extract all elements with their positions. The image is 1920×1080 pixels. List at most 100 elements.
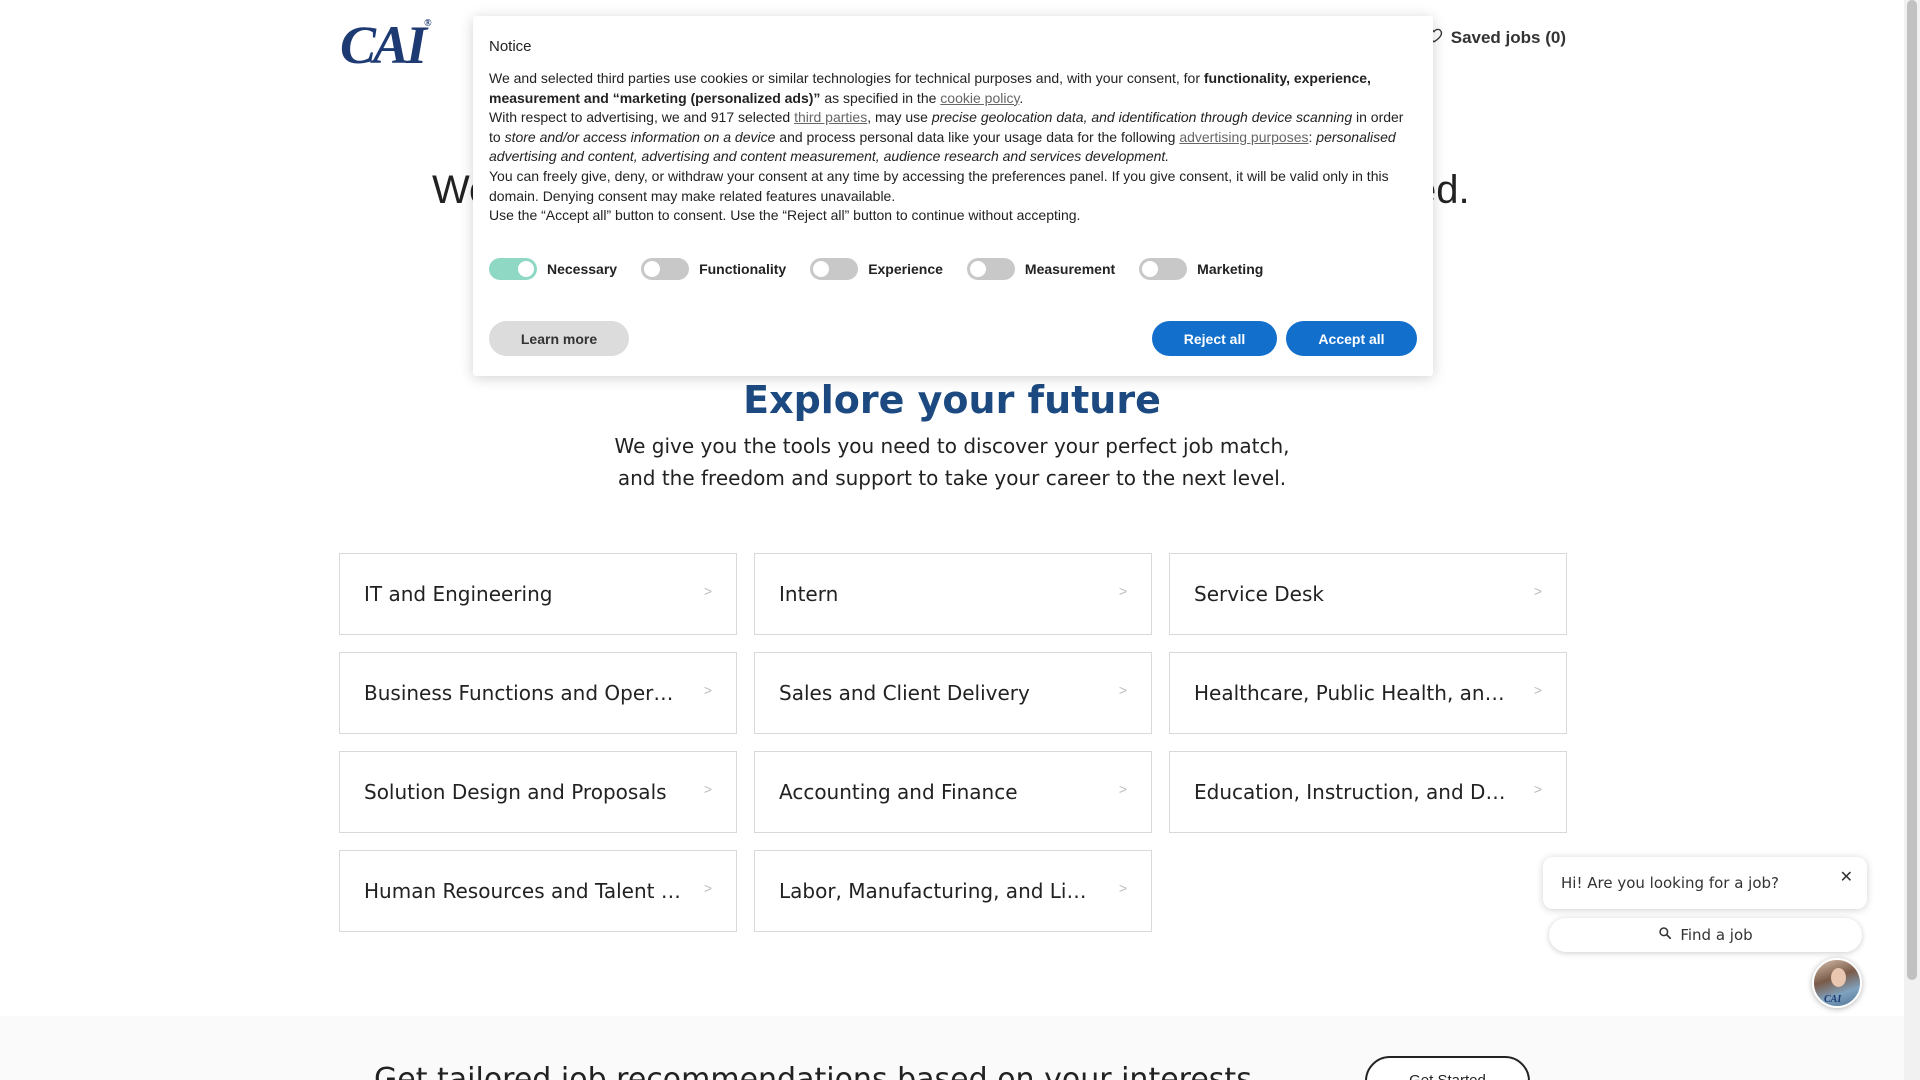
reject-all-button[interactable]: Reject all <box>1152 321 1277 356</box>
consent-toggles: Necessary Functionality Experience Measu… <box>489 257 1417 280</box>
toggle-label: Marketing <box>1197 260 1264 277</box>
toggle-knob <box>969 260 986 277</box>
get-started-button[interactable]: Get Started <box>1365 1056 1530 1080</box>
category-label: Labor, Manufacturing, and Light... <box>779 879 1099 903</box>
cookie-policy-link[interactable]: cookie policy <box>940 90 1019 106</box>
explore-subtitle-line: We give you the tools you need to discov… <box>614 434 1290 458</box>
explore-title: Explore your future <box>743 378 1161 422</box>
explore-subtitle-line: and the freedom and support to take your… <box>617 466 1287 490</box>
consent-text: . <box>1019 89 1024 106</box>
chevron-right-icon: > <box>1118 880 1127 896</box>
category-label: Human Resources and Talent Ac... <box>364 879 684 903</box>
category-label: Sales and Client Delivery <box>779 681 1030 705</box>
toggle-label: Experience <box>868 260 943 277</box>
consent-paragraph: You can freely give, deny, or withdraw y… <box>489 167 1389 204</box>
category-card[interactable]: Accounting and Finance > <box>754 751 1152 833</box>
toggle-switch[interactable] <box>489 257 537 280</box>
toggle-switch[interactable] <box>966 257 1015 280</box>
chevron-right-icon: > <box>1118 583 1127 599</box>
toggle-switch[interactable] <box>810 257 859 280</box>
category-label: Intern <box>779 582 839 606</box>
find-job-label: Find a job <box>1680 926 1753 944</box>
chevron-right-icon: > <box>703 682 712 698</box>
category-card[interactable]: Labor, Manufacturing, and Light... > <box>754 850 1152 932</box>
toggle-label: Functionality <box>699 260 787 277</box>
toggle-functionality[interactable]: Functionality <box>641 257 787 280</box>
chevron-right-icon: > <box>1118 682 1127 698</box>
logo-text: CAI <box>340 15 427 75</box>
advertising-purposes-link[interactable]: advertising purposes <box>1179 129 1308 145</box>
chevron-right-icon: > <box>703 781 712 797</box>
accept-all-button[interactable]: Accept all <box>1286 321 1417 356</box>
consent-text: With respect to advertising, we and 917 … <box>489 109 795 126</box>
category-card[interactable]: Sales and Client Delivery > <box>754 652 1152 734</box>
toggle-experience[interactable]: Experience <box>810 257 943 280</box>
toggle-knob <box>518 260 534 277</box>
scrollbar-thumb[interactable] <box>1907 0 1917 980</box>
third-parties-link[interactable]: third parties <box>794 109 867 125</box>
chevron-right-icon: > <box>1118 781 1127 797</box>
category-card[interactable]: Healthcare, Public Health, and S... > <box>1169 652 1567 734</box>
category-card[interactable]: Business Functions and Operati... > <box>339 652 737 734</box>
category-label: Service Desk <box>1194 582 1324 606</box>
category-card[interactable]: Solution Design and Proposals > <box>339 751 737 833</box>
category-card[interactable]: Service Desk > <box>1169 553 1567 635</box>
category-label: Education, Instruction, and Deve... <box>1194 780 1514 804</box>
page-scrollbar[interactable] <box>1904 0 1920 1080</box>
consent-title: Notice <box>489 38 532 55</box>
category-label: Accounting and Finance <box>779 780 1018 804</box>
toggle-marketing[interactable]: Marketing <box>1139 257 1264 280</box>
consent-paragraph: With respect to advertising, we and 917 … <box>489 108 1417 167</box>
consent-text: as specified in the <box>820 89 941 106</box>
consent-text: , may use <box>867 109 932 126</box>
category-card[interactable]: Education, Instruction, and Deve... > <box>1169 751 1567 833</box>
category-label: IT and Engineering <box>364 582 553 606</box>
consent-text-italic: store and/or access information on a dev… <box>504 128 776 145</box>
cookie-consent-dialog: Notice We and selected third parties use… <box>473 16 1433 376</box>
consent-paragraph: Use the “Accept all” button to consent. … <box>489 207 1081 224</box>
toggle-knob <box>813 260 830 277</box>
category-label: Healthcare, Public Health, and S... <box>1194 681 1514 705</box>
toggle-knob <box>1142 260 1159 277</box>
chat-greeting-bubble[interactable]: Hi! Are you looking for a job? ✕ <box>1543 857 1867 909</box>
category-label: Solution Design and Proposals <box>364 780 667 804</box>
toggle-label: Necessary <box>547 260 618 277</box>
close-icon[interactable]: ✕ <box>1840 867 1853 886</box>
consent-text: and process personal data like your usag… <box>775 128 1180 145</box>
consent-body: We and selected third parties use cookie… <box>489 69 1417 226</box>
consent-actions: Learn more Reject all Accept all <box>489 321 1417 356</box>
toggle-label: Measurement <box>1024 260 1116 277</box>
chat-assistant-avatar[interactable]: CAI <box>1812 958 1862 1008</box>
category-card[interactable]: IT and Engineering > <box>339 553 737 635</box>
consent-button-group: Reject all Accept all <box>1152 321 1417 356</box>
consent-paragraph: We and selected third parties use cookie… <box>489 69 1417 108</box>
chat-greeting-text: Hi! Are you looking for a job? <box>1561 874 1780 892</box>
toggle-switch[interactable] <box>641 257 690 280</box>
find-job-button[interactable]: Find a job <box>1549 918 1862 952</box>
category-grid: IT and Engineering > Intern > Service Desk… <box>339 553 1567 932</box>
explore-subtitle: We give you the tools you need to discov… <box>0 430 1904 494</box>
saved-jobs-link[interactable]: Saved jobs (0) <box>1425 26 1566 49</box>
toggle-knob <box>644 260 661 277</box>
chevron-right-icon: > <box>1533 781 1542 797</box>
chevron-right-icon: > <box>1533 583 1542 599</box>
category-label: Business Functions and Operati... <box>364 681 684 705</box>
chevron-right-icon: > <box>1533 682 1542 698</box>
toggle-switch[interactable] <box>1139 257 1188 280</box>
chevron-right-icon: > <box>703 583 712 599</box>
logo-registered-mark: ® <box>424 18 432 29</box>
search-icon <box>1658 926 1672 944</box>
category-card[interactable]: Intern > <box>754 553 1152 635</box>
saved-jobs-label: Saved jobs (0) <box>1450 27 1566 47</box>
learn-more-button[interactable]: Learn more <box>489 321 629 356</box>
category-card[interactable]: Human Resources and Talent Ac... > <box>339 850 737 932</box>
toggle-measurement[interactable]: Measurement <box>966 257 1116 280</box>
avatar-face <box>1831 968 1846 987</box>
consent-text: We and selected third parties use cookie… <box>489 70 1204 86</box>
consent-text-italic: precise geolocation data, and identifica… <box>931 109 1353 126</box>
avatar-logo-mark: CAI <box>1824 994 1842 1005</box>
recommendation-text: Get tailored job recommendations based o… <box>374 1062 1252 1080</box>
chevron-right-icon: > <box>703 880 712 896</box>
toggle-necessary[interactable]: Necessary <box>489 257 618 280</box>
cai-logo[interactable]: CAI® <box>340 14 432 76</box>
